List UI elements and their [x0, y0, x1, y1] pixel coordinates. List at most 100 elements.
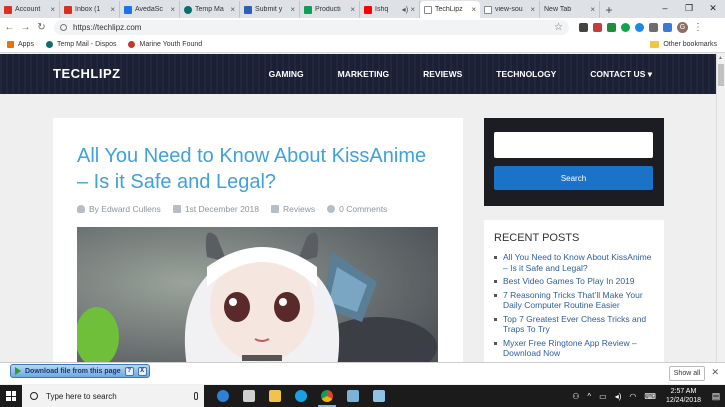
youtube-icon: [364, 5, 372, 14]
browser-tab[interactable]: Ishq ◂) ×: [360, 1, 420, 18]
extension-icon[interactable]: [663, 23, 672, 32]
folder-icon: [269, 390, 281, 402]
network-icon[interactable]: ◠: [629, 392, 636, 401]
nav-gaming[interactable]: GAMING: [269, 69, 304, 79]
browser-tab[interactable]: Inbox (1 ×: [60, 1, 120, 18]
close-icon[interactable]: ×: [530, 5, 535, 14]
sidebar-search-widget: Search: [484, 118, 664, 206]
close-icon[interactable]: ×: [350, 5, 355, 14]
recent-post-link[interactable]: Top 7 Greatest Ever Chess Tricks and Tra…: [494, 314, 654, 335]
close-icon[interactable]: ×: [590, 5, 595, 14]
gmail-icon: [64, 5, 72, 14]
close-icon[interactable]: ×: [230, 5, 235, 14]
recent-post-link[interactable]: 7 Reasoning Tricks That’ll Make Your Dai…: [494, 290, 654, 311]
nav-marketing[interactable]: MARKETING: [338, 69, 389, 79]
close-icon[interactable]: ×: [290, 5, 295, 14]
profile-avatar[interactable]: G: [677, 22, 688, 33]
bookmark-apps[interactable]: Apps: [7, 41, 34, 48]
close-icon[interactable]: ×: [110, 5, 115, 14]
address-bar[interactable]: https://techlipz.com ☆: [54, 20, 569, 35]
minimize-icon[interactable]: –: [653, 0, 677, 18]
nav-technology[interactable]: TECHNOLOGY: [496, 69, 556, 79]
system-tray: ⚇ ^ ▭ ◂) ◠ ⌨ 2:57 AM 12/24/2018 ▤: [568, 385, 725, 407]
mail-icon: [243, 390, 255, 402]
site-header: TECHLIPZ GAMING MARKETING REVIEWS TECHNO…: [0, 54, 716, 94]
page-icon: [484, 5, 492, 14]
browser-tab[interactable]: view-sou ×: [480, 1, 540, 18]
help-button[interactable]: ?: [124, 366, 134, 376]
taskbar-app[interactable]: [340, 385, 366, 407]
people-icon[interactable]: ⚇: [572, 392, 579, 401]
other-bookmarks[interactable]: Other bookmarks: [650, 41, 717, 48]
close-download-popup-button[interactable]: X: [137, 366, 147, 376]
browser-tab[interactable]: Temp Ma ×: [180, 1, 240, 18]
battery-icon[interactable]: ▭: [599, 392, 607, 401]
chevron-up-icon[interactable]: ^: [587, 392, 591, 401]
recent-posts-widget: RECENT POSTS All You Need to Know About …: [484, 220, 664, 362]
nav-reviews[interactable]: REVIEWS: [423, 69, 462, 79]
forward-arrow-icon[interactable]: →: [19, 22, 32, 33]
scrollbar-thumb[interactable]: [718, 64, 724, 86]
extension-icon[interactable]: [649, 23, 658, 32]
bookmark-star-icon[interactable]: ☆: [554, 22, 563, 33]
system-clock[interactable]: 2:57 AM 12/24/2018: [666, 387, 701, 405]
menu-dots-icon[interactable]: ⋮: [693, 22, 703, 33]
taskbar-search[interactable]: Type here to search: [22, 385, 204, 407]
extension-icon[interactable]: [579, 23, 588, 32]
notification-icon[interactable]: ▤: [707, 391, 725, 402]
recent-posts-title: RECENT POSTS: [494, 232, 580, 244]
close-icon[interactable]: ×: [50, 5, 55, 14]
browser-tab[interactable]: Submit y ×: [240, 1, 300, 18]
search-input[interactable]: [494, 132, 653, 158]
bookmark-marine-youth[interactable]: Marine Youth Found: [128, 41, 202, 48]
browser-tab[interactable]: New Tab ×: [540, 1, 600, 18]
recent-post-link[interactable]: Myxer Free Ringtone App Review – Downloa…: [494, 338, 654, 359]
browser-tab[interactable]: Producti ×: [300, 1, 360, 18]
scroll-up-icon[interactable]: ▲: [718, 55, 723, 61]
page-scrollbar[interactable]: ▲: [716, 54, 725, 362]
bookmark-temp-mail[interactable]: Temp Mail - Dispos: [45, 41, 116, 48]
browser-tab-active[interactable]: TechLipz ×: [420, 1, 480, 18]
search-button[interactable]: Search: [494, 166, 653, 190]
extension-icon[interactable]: [593, 23, 602, 32]
taskbar-chrome[interactable]: [314, 385, 340, 407]
article-comments[interactable]: 0 Comments: [327, 204, 387, 214]
taskbar-edge[interactable]: [210, 385, 236, 407]
restore-icon[interactable]: ❐: [677, 0, 701, 18]
back-arrow-icon[interactable]: ←: [3, 22, 16, 33]
volume-icon[interactable]: ◂): [615, 392, 622, 401]
recent-posts-list: All You Need to Know About KissAnime – I…: [494, 252, 654, 359]
article-author[interactable]: By Edward Cullens: [77, 204, 161, 214]
close-icon[interactable]: ×: [471, 5, 476, 14]
extension-icon[interactable]: [607, 23, 616, 32]
article-category[interactable]: Reviews: [271, 204, 315, 214]
taskbar-app[interactable]: [366, 385, 392, 407]
extension-icon[interactable]: [621, 23, 630, 32]
browser-tab[interactable]: Account ×: [0, 1, 60, 18]
site-logo[interactable]: TECHLIPZ: [53, 66, 121, 81]
info-icon[interactable]: [60, 24, 67, 31]
main-nav: GAMING MARKETING REVIEWS TECHNOLOGY CONT…: [235, 54, 652, 94]
language-icon[interactable]: ⌨: [644, 392, 656, 401]
close-download-bar-icon[interactable]: ✕: [711, 367, 719, 378]
nav-contact-us[interactable]: CONTACT US ▾: [590, 69, 652, 80]
close-window-icon[interactable]: ✕: [701, 0, 725, 18]
download-file-button[interactable]: Download file from this page ? X: [10, 364, 150, 378]
extension-icon[interactable]: [635, 23, 644, 32]
new-tab-button[interactable]: +: [600, 1, 618, 18]
recent-post-link[interactable]: Best Video Games To Play In 2019: [494, 276, 654, 287]
browser-tab[interactable]: AvedaSc ×: [120, 1, 180, 18]
taskbar-explorer[interactable]: [262, 385, 288, 407]
close-icon[interactable]: ×: [170, 5, 175, 14]
apps-grid-icon: [7, 41, 14, 48]
microphone-icon[interactable]: [194, 392, 198, 400]
close-icon[interactable]: ×: [410, 5, 415, 14]
taskbar-skype[interactable]: [288, 385, 314, 407]
recent-post-link[interactable]: All You Need to Know About KissAnime – I…: [494, 252, 654, 273]
folder-icon: [271, 205, 279, 213]
start-button[interactable]: [0, 385, 22, 407]
reload-icon[interactable]: ↻: [35, 22, 48, 33]
show-all-downloads-button[interactable]: Show all: [669, 366, 705, 381]
article-title[interactable]: All You Need to Know About KissAnime – I…: [77, 143, 437, 195]
taskbar-mail[interactable]: [236, 385, 262, 407]
